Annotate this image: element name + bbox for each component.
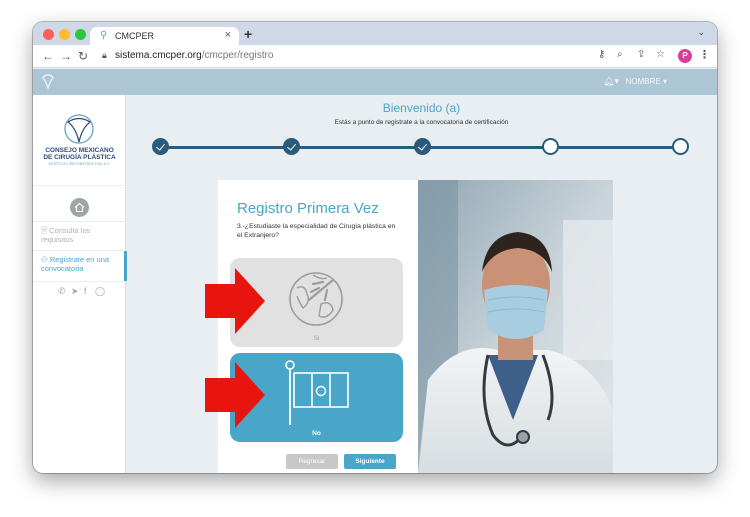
welcome-subtitle: Estás a punto de registrate a la convoca… [334, 119, 509, 126]
org-name: CONSEJO MEXICANO DE CIRUGÍA PLÁSTICA [43, 147, 116, 161]
step-5 [672, 138, 689, 155]
globe-airplane-icon [289, 272, 343, 326]
red-arrow-pointer-icon [205, 362, 265, 428]
welcome-title: Bienvenido (a) [382, 101, 461, 115]
app-logo-icon[interactable] [41, 74, 55, 90]
minimize-window-button[interactable] [59, 29, 70, 40]
user-register-icon: ⚇ [41, 255, 48, 264]
share-icon[interactable]: ⇪ [637, 49, 645, 60]
org-subtitle: ESTÉTICA Y RECONSTRUCTIVA, A.C. [48, 162, 111, 166]
notifications-bell-icon[interactable]: 🔔︎▾ [603, 76, 619, 87]
active-indicator [124, 251, 127, 281]
mexico-flag-icon [285, 360, 349, 425]
close-window-button[interactable] [43, 29, 54, 40]
app-header: 🔔︎▾ NOMBRE ▾ [33, 69, 717, 95]
option-yes-label: Si [313, 335, 320, 342]
next-button[interactable]: Siguiente [344, 454, 396, 469]
divider [33, 221, 126, 222]
option-no-label: No [312, 430, 321, 437]
tab-search-chevron-icon[interactable]: ⌄ [697, 27, 705, 38]
title-bar: ⚲ CMCPER × + ⌄ [33, 22, 717, 46]
sidebar-item-convocatoria[interactable]: ⚇ Registrate en una convocatoria [41, 255, 121, 273]
red-arrow-pointer-icon [205, 268, 265, 334]
address-bar-row: ← → ↻ 🔒︎ sistema.cmcper.org/cmcper/regis… [33, 45, 717, 68]
doctor-photo [418, 180, 613, 473]
question-text: 3.-¿Estudiaste la especialidad de Cirugí… [237, 223, 396, 239]
phone-icon[interactable]: ✆ [58, 286, 66, 297]
step-2 [283, 138, 300, 155]
facebook-icon[interactable]: f [84, 286, 87, 296]
bookmark-star-icon[interactable]: ☆ [656, 49, 665, 60]
divider [33, 185, 126, 186]
step-1 [152, 138, 169, 155]
user-menu[interactable]: NOMBRE ▾ [626, 77, 667, 86]
back-button[interactable]: Regresar [286, 454, 338, 469]
sidebar: CONSEJO MEXICANO DE CIRUGÍA PLÁSTICA EST… [33, 95, 127, 473]
browser-tab[interactable]: ⚲ CMCPER × [90, 27, 239, 46]
home-button[interactable] [70, 198, 89, 217]
favicon-icon: ⚲ [100, 30, 108, 41]
home-icon [74, 202, 85, 213]
address-bar[interactable]: 🔒︎ sistema.cmcper.org/cmcper/registro [98, 48, 608, 65]
telegram-icon[interactable]: ➤ [71, 286, 79, 297]
back-arrow-icon[interactable]: ← [42, 49, 54, 63]
lock-icon[interactable]: 🔒︎ [102, 50, 107, 61]
step-3 [414, 138, 431, 155]
browser-window: ⚲ CMCPER × + ⌄ ← → ↻ 🔒︎ sistema.cmcper.o… [33, 22, 717, 473]
profile-avatar[interactable]: P [678, 49, 692, 63]
sidebar-item-requisitos[interactable]: 🗎︎ Consulta los requisitos [41, 226, 121, 244]
document-icon: 🗎︎ [41, 226, 48, 235]
cmcper-logo-icon [64, 114, 94, 144]
maximize-window-button[interactable] [75, 29, 86, 40]
whatsapp-icon[interactable]: ◯ [95, 286, 105, 297]
tab-close-icon[interactable]: × [225, 29, 231, 41]
tab-title: CMCPER [115, 31, 155, 41]
reload-icon[interactable]: ↻ [78, 49, 88, 63]
new-tab-button[interactable]: + [244, 26, 252, 42]
step-4 [542, 138, 559, 155]
forward-arrow-icon[interactable]: → [60, 49, 72, 63]
url-text[interactable]: sistema.cmcper.org/cmcper/registro [115, 50, 273, 61]
card-title: Registro Primera Vez [237, 200, 379, 217]
zoom-icon[interactable]: ⌕ [617, 49, 623, 60]
browser-menu-icon[interactable]: ⋮ [699, 48, 710, 61]
key-icon[interactable]: ⚷ [598, 49, 605, 60]
